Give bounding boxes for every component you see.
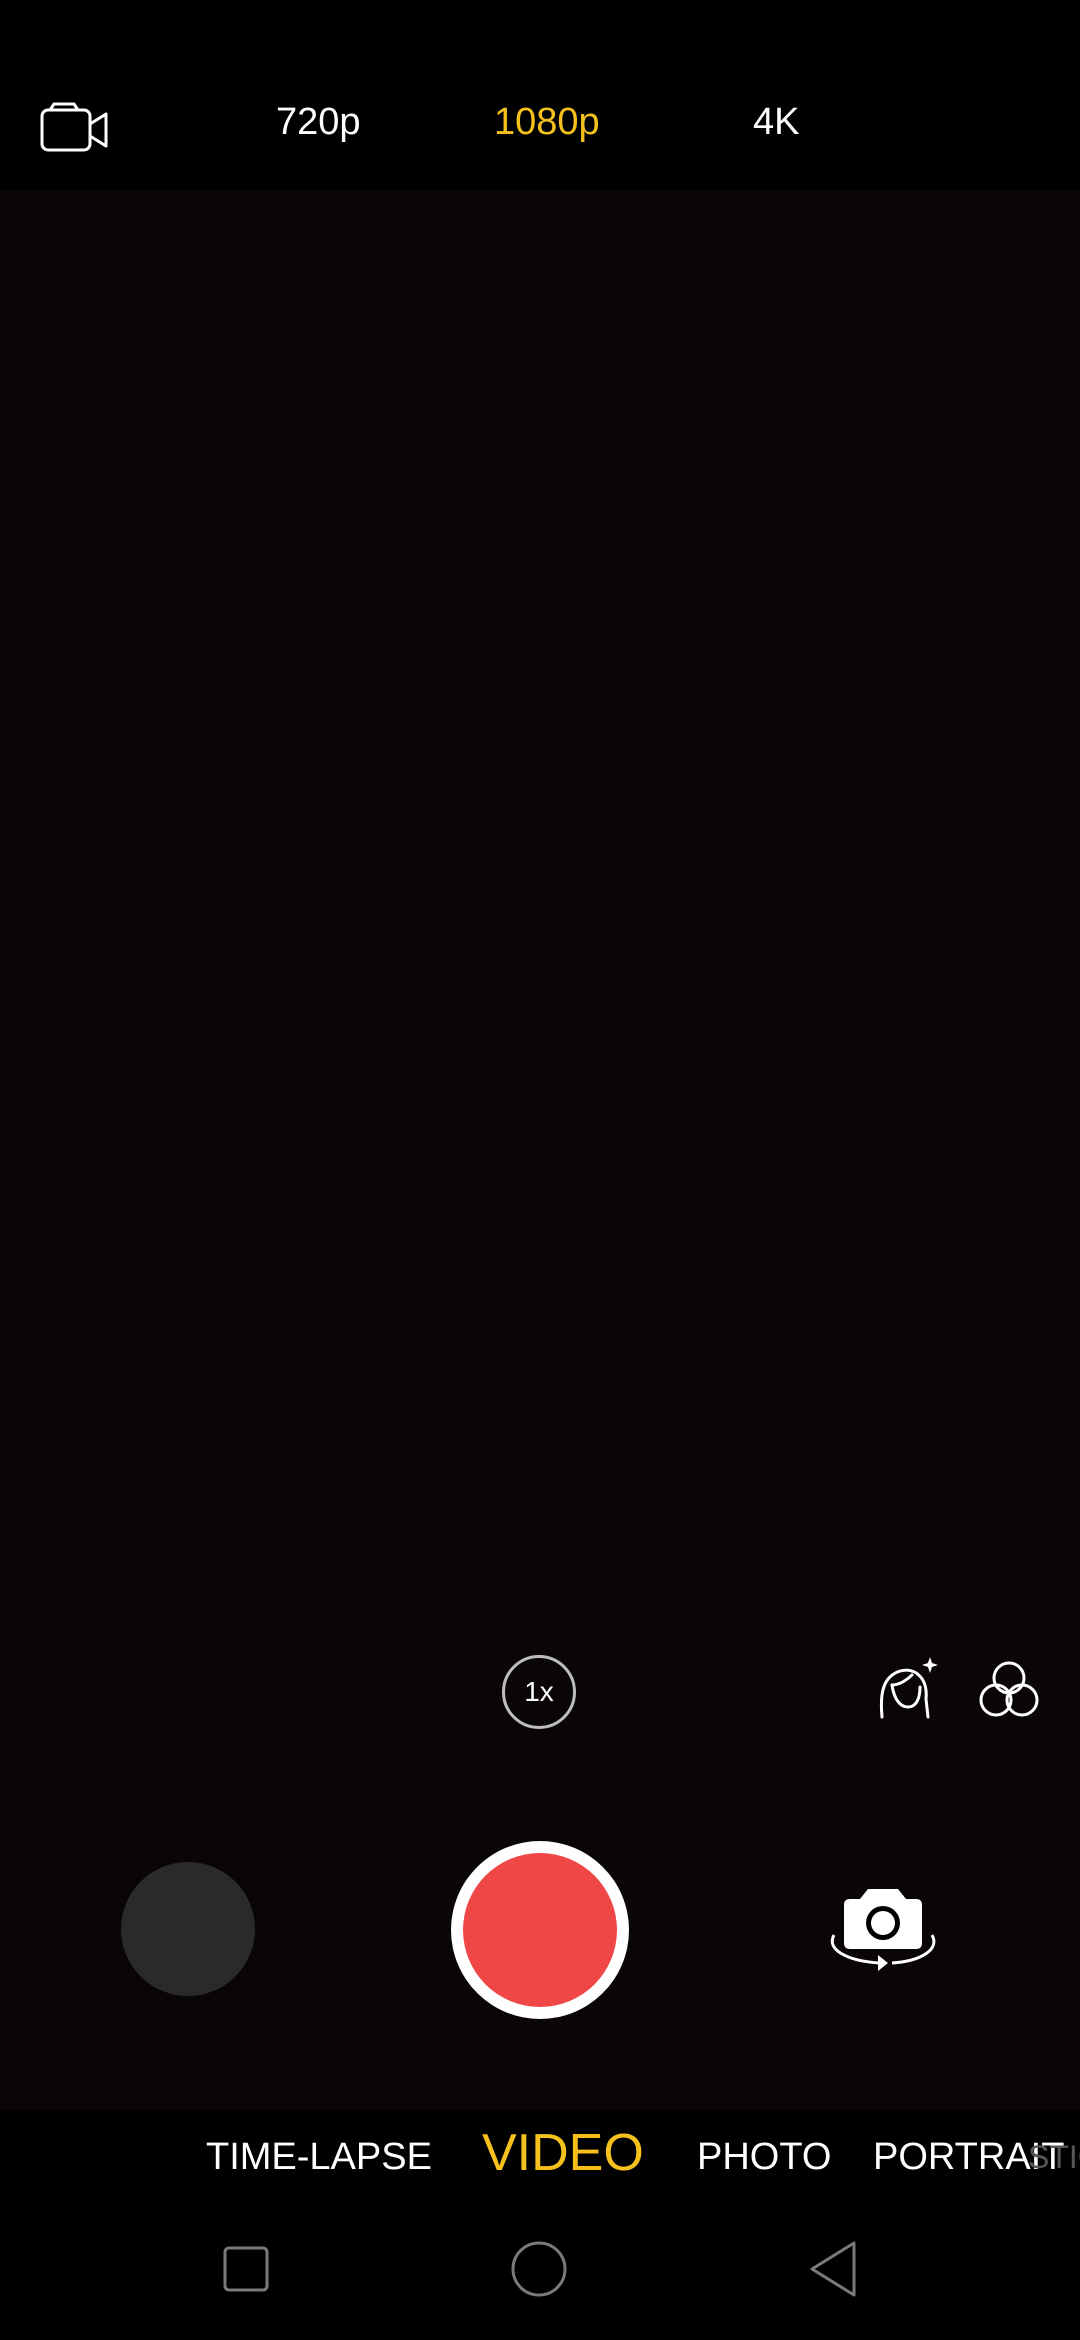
mode-video[interactable]: VIDEO [482, 2120, 644, 2186]
resolution-720p[interactable]: 720p [276, 96, 361, 148]
face-beauty-icon[interactable] [870, 1655, 940, 1725]
square-icon[interactable] [222, 2245, 270, 2293]
zoom-button[interactable]: 1x [502, 1655, 576, 1729]
camera-viewfinder[interactable] [0, 190, 1080, 2110]
mode-sticker[interactable]: STIC [1028, 2135, 1080, 2179]
triangle-back-icon[interactable] [808, 2240, 858, 2298]
video-camera-icon[interactable] [38, 100, 112, 156]
circle-icon[interactable] [510, 2240, 568, 2298]
camera-app: 720p 1080p 4K 1x TIME-LAPSE VIDEO PHOTO … [0, 0, 1080, 2340]
top-bar: 720p 1080p 4K [0, 0, 1080, 190]
gallery-thumbnail[interactable] [121, 1862, 255, 1996]
mode-photo[interactable]: PHOTO [697, 2131, 831, 2183]
zoom-label: 1x [524, 1676, 554, 1707]
camera-switch-icon[interactable] [822, 1885, 944, 1971]
resolution-4k[interactable]: 4K [753, 96, 799, 148]
filter-icon[interactable] [974, 1658, 1044, 1722]
record-button-inner [463, 1853, 617, 2007]
resolution-1080p[interactable]: 1080p [494, 96, 600, 148]
mode-time-lapse[interactable]: TIME-LAPSE [206, 2131, 432, 2183]
record-button[interactable] [451, 1841, 629, 2019]
